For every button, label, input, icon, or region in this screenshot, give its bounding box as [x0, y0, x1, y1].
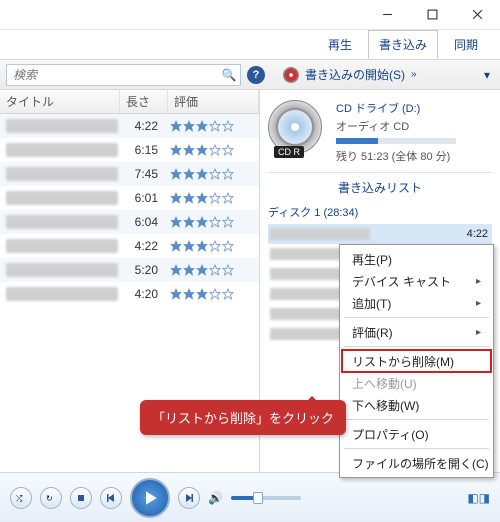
menu-separator: [344, 346, 489, 347]
track-rating[interactable]: [166, 216, 234, 228]
table-row[interactable]: 6:15: [0, 138, 259, 162]
table-row[interactable]: 4:22: [0, 114, 259, 138]
svg-text:⤮: ⤮: [16, 494, 23, 503]
cd-capacity-bar: [336, 138, 456, 144]
track-length: 6:04: [118, 215, 166, 229]
repeat-button[interactable]: ↻: [40, 487, 62, 509]
column-length[interactable]: 長さ: [120, 90, 168, 113]
list-item[interactable]: 4:22: [268, 224, 492, 244]
track-rating[interactable]: [166, 120, 234, 132]
track-rating[interactable]: [166, 168, 234, 180]
track-length: 7:45: [118, 167, 166, 181]
prev-button[interactable]: [100, 487, 122, 509]
toolbar: 🔍 ? 書き込みの開始(S) » ▾: [0, 60, 500, 90]
burn-disc-label[interactable]: ディスク 1 (28:34): [268, 202, 492, 224]
track-length: 4:22: [118, 119, 166, 133]
track-rating[interactable]: [166, 144, 234, 156]
play-button[interactable]: [130, 478, 170, 518]
submenu-arrow-icon: ▸: [476, 298, 481, 309]
track-rating[interactable]: [166, 192, 234, 204]
volume-icon[interactable]: 🔊: [208, 491, 223, 505]
track-title-blurred: [6, 287, 118, 301]
search-box[interactable]: 🔍: [6, 64, 241, 86]
cd-meta: CD ドライブ (D:) オーディオ CD 残り 51:23 (全体 80 分): [336, 100, 456, 164]
track-length: 5:20: [118, 263, 166, 277]
column-rating[interactable]: 評価: [168, 90, 259, 113]
burn-item-time: 4:22: [467, 228, 492, 240]
track-length: 4:20: [118, 287, 166, 301]
track-length: 6:01: [118, 191, 166, 205]
tab-play[interactable]: 再生: [312, 30, 368, 59]
track-rating[interactable]: [166, 264, 234, 276]
start-burn-label: 書き込みの開始(S): [305, 66, 405, 83]
track-rating[interactable]: [166, 288, 234, 300]
table-row[interactable]: 6:01: [0, 186, 259, 210]
track-title-blurred: [6, 239, 118, 253]
volume-slider[interactable]: [231, 496, 301, 500]
player-bar: ⤮ ↻ 🔊 ◧◨: [0, 472, 500, 522]
cd-drive-label[interactable]: CD ドライブ (D:): [336, 100, 456, 116]
shuffle-button[interactable]: ⤮: [10, 487, 32, 509]
table-row[interactable]: 7:45: [0, 162, 259, 186]
context-menu: 再生(P) デバイス キャスト▸ 追加(T)▸ 評価(R)▸ リストから削除(M…: [339, 244, 494, 478]
svg-text:↻: ↻: [46, 494, 53, 503]
cd-badge: CD R: [274, 146, 304, 158]
track-rating[interactable]: [166, 240, 234, 252]
table-row[interactable]: 4:22: [0, 234, 259, 258]
menu-move-down[interactable]: 下へ移動(W): [342, 394, 491, 416]
chevron-right-icon: »: [411, 69, 417, 80]
track-title-blurred: [6, 119, 118, 133]
track-title-blurred: [6, 263, 118, 277]
menu-device-cast[interactable]: デバイス キャスト▸: [342, 270, 491, 292]
tab-sync[interactable]: 同期: [438, 30, 494, 59]
menu-rate[interactable]: 評価(R)▸: [342, 321, 491, 343]
track-title-blurred: [6, 143, 118, 157]
mode-tabs: 再生 書き込み 同期: [0, 30, 500, 60]
library-column-header: タイトル 長さ 評価: [0, 90, 259, 114]
track-title-blurred: [6, 167, 118, 181]
cd-type-label: オーディオ CD: [336, 118, 456, 134]
track-title-blurred: [6, 191, 118, 205]
burn-list-header: 書き込みリスト: [268, 172, 492, 202]
submenu-arrow-icon: ▸: [476, 327, 481, 338]
cd-art: CD R: [268, 100, 326, 158]
search-icon[interactable]: 🔍: [218, 68, 240, 82]
burn-options-dropdown[interactable]: ▾: [484, 68, 490, 82]
burn-disc-icon: [283, 67, 299, 83]
stop-button[interactable]: [70, 487, 92, 509]
track-length: 4:22: [118, 239, 166, 253]
menu-properties[interactable]: プロパティ(O): [342, 423, 491, 445]
search-input[interactable]: [7, 68, 218, 82]
menu-separator: [344, 317, 489, 318]
start-burn-button[interactable]: 書き込みの開始(S) »: [283, 66, 417, 83]
menu-add[interactable]: 追加(T)▸: [342, 292, 491, 314]
menu-move-up: 上へ移動(U): [342, 372, 491, 394]
cd-info: CD R CD ドライブ (D:) オーディオ CD 残り 51:23 (全体 …: [268, 96, 492, 172]
table-row[interactable]: 4:20: [0, 282, 259, 306]
track-length: 6:15: [118, 143, 166, 157]
menu-remove-from-list[interactable]: リストから削除(M): [342, 350, 491, 372]
help-button[interactable]: ?: [247, 66, 265, 84]
instruction-callout: 「リストから削除」をクリック: [140, 400, 346, 435]
menu-separator: [344, 448, 489, 449]
column-title[interactable]: タイトル: [0, 90, 120, 113]
tab-burn[interactable]: 書き込み: [368, 30, 438, 59]
menu-separator: [344, 419, 489, 420]
table-row[interactable]: 6:04: [0, 210, 259, 234]
submenu-arrow-icon: ▸: [476, 276, 481, 287]
cd-remaining-label: 残り 51:23 (全体 80 分): [336, 148, 456, 164]
window-maximize-button[interactable]: [410, 0, 455, 28]
window-close-button[interactable]: [455, 0, 500, 28]
menu-play[interactable]: 再生(P): [342, 248, 491, 270]
view-switch-icon[interactable]: ◧◨: [467, 491, 490, 505]
window-minimize-button[interactable]: [365, 0, 410, 28]
track-title-blurred: [6, 215, 118, 229]
window-titlebar: [0, 0, 500, 30]
table-row[interactable]: 5:20: [0, 258, 259, 282]
burn-item-title-blurred: [270, 228, 370, 240]
next-button[interactable]: [178, 487, 200, 509]
menu-open-file-location[interactable]: ファイルの場所を開く(C): [342, 452, 491, 474]
